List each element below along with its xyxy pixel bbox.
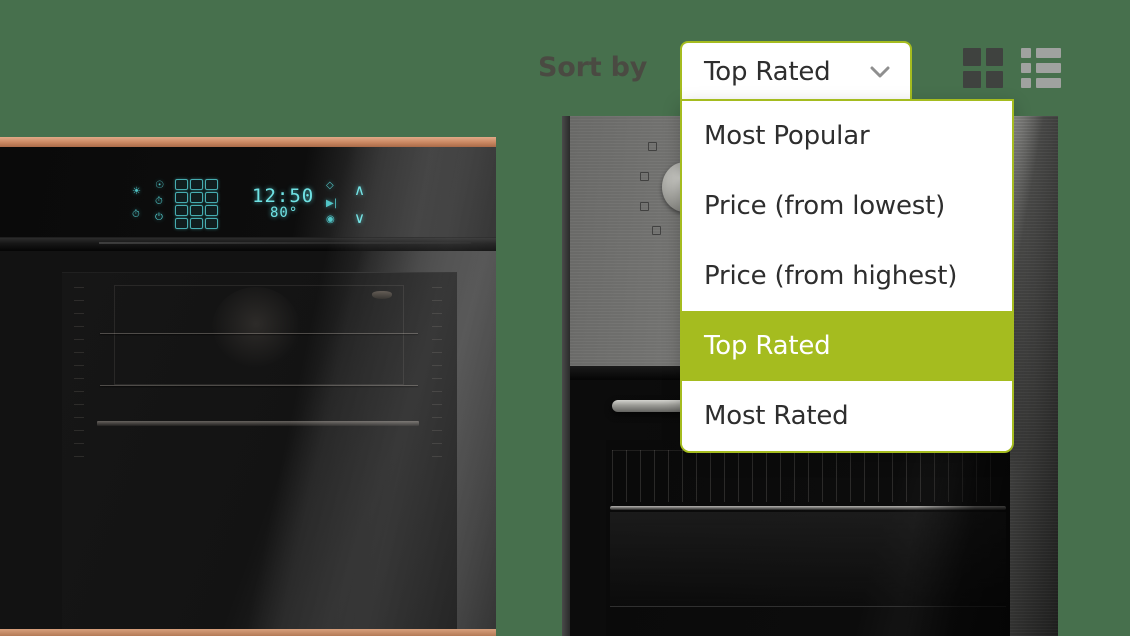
oven-probe-icon: ◉ [326, 214, 335, 225]
sort-toolbar: Sort by Top Rated Most Popular Price (fr… [0, 0, 1130, 453]
grid-cell [963, 48, 981, 66]
oven-grill-element [612, 450, 1004, 502]
oven-door-glass [62, 272, 457, 632]
oven-function-icon [648, 142, 657, 151]
chevron-down-icon [870, 66, 890, 78]
oven-up-arrow-icon: ∧ [354, 181, 365, 199]
list-row [1021, 78, 1061, 88]
sort-option-price-lowest[interactable]: Price (from lowest) [682, 171, 1012, 241]
product-card-1[interactable]: ☀ ⏱ ☉ ⏱ ⏻ 12:50 80° ◇ ▶| ◉ ∧ ∨ [0, 137, 496, 636]
sort-by-label: Sort by [538, 52, 648, 83]
oven-timer-icon: ⏱ [132, 209, 140, 220]
list-view-icon[interactable] [1021, 48, 1061, 88]
oven-clock-readout: 12:50 [252, 185, 315, 207]
oven-temperature-readout: 80° [270, 205, 299, 221]
sort-select-button[interactable]: Top Rated [680, 41, 912, 101]
oven-function-icon [652, 226, 661, 235]
oven-baking-tray [97, 421, 419, 426]
oven-clock-icon: ⏱ [155, 196, 163, 207]
grid-view-icon[interactable] [963, 48, 1003, 88]
oven-fan [212, 287, 300, 369]
oven-copper-trim-top [0, 137, 496, 147]
oven-copper-trim-bottom [0, 629, 496, 636]
list-bar [1036, 78, 1061, 88]
oven-function-icon [640, 172, 649, 181]
list-bar [1036, 48, 1061, 58]
brushed-steel-texture [1010, 116, 1058, 636]
oven-start-icon: ◇ [326, 180, 334, 191]
oven-cavity [610, 512, 1006, 607]
oven-display: ☀ ⏱ ☉ ⏱ ⏻ 12:50 80° ◇ ▶| ◉ ∧ ∨ [130, 177, 365, 229]
sort-option-top-rated[interactable]: Top Rated [682, 311, 1012, 381]
oven-shelf-rail-left [74, 287, 84, 467]
oven-control-panel: ☀ ⏱ ☉ ⏱ ⏻ 12:50 80° ◇ ▶| ◉ ∧ ∨ [0, 147, 496, 242]
oven-door-handle [0, 237, 496, 251]
list-row [1021, 63, 1061, 73]
oven-side-frame [562, 116, 570, 636]
oven-door-glass [606, 440, 1016, 636]
oven-light-icon: ☀ [132, 186, 141, 197]
sort-option-most-rated[interactable]: Most Rated [682, 381, 1012, 451]
oven-mode-icons [175, 179, 218, 229]
oven-power-icon: ⏻ [155, 212, 163, 223]
oven-lamp [372, 291, 392, 299]
sort-options-menu[interactable]: Most Popular Price (from lowest) Price (… [680, 99, 1014, 453]
oven-lock-icon: ☉ [155, 180, 164, 191]
adjacent-appliance-panel [1010, 116, 1058, 636]
oven-shelf-rail-right [432, 287, 442, 467]
oven-down-arrow-icon: ∨ [354, 209, 365, 227]
list-bullet [1021, 78, 1031, 88]
grid-cell [985, 48, 1003, 66]
list-row [1021, 48, 1061, 58]
sort-option-price-highest[interactable]: Price (from highest) [682, 241, 1012, 311]
grid-cell [985, 70, 1003, 88]
list-bullet [1021, 48, 1031, 58]
oven-rack [100, 385, 418, 386]
sort-select-value: Top Rated [704, 57, 831, 87]
list-bullet [1021, 63, 1031, 73]
oven-rack [610, 506, 1006, 510]
grid-cell [963, 70, 981, 88]
oven-function-icon [640, 202, 649, 211]
oven-rack [100, 333, 418, 334]
list-bar [1036, 63, 1061, 73]
sort-option-most-popular[interactable]: Most Popular [682, 101, 1012, 171]
oven-pause-icon: ▶| [326, 198, 338, 209]
